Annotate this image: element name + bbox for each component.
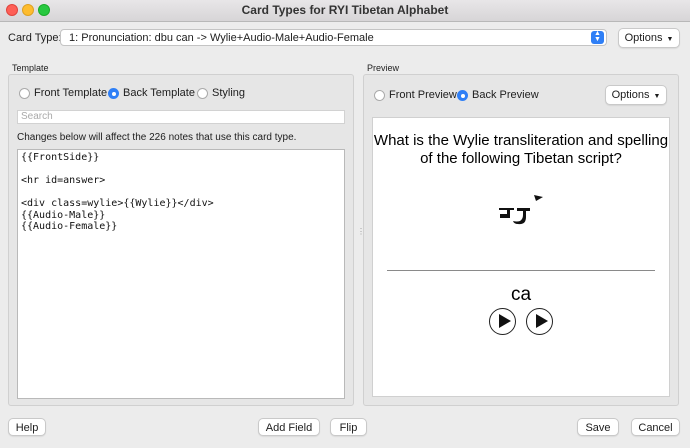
tab-front-preview[interactable]: Front Preview (374, 89, 457, 101)
play-audio-male-icon[interactable] (489, 308, 516, 335)
add-field-button[interactable]: Add Field (258, 418, 320, 436)
card-question: What is the Wylie transliteration and sp… (373, 132, 669, 167)
radio-selected-icon (108, 87, 119, 99)
chevron-updown-icon: ▲ ▼ (591, 30, 604, 44)
tab-label: Back Preview (472, 89, 539, 101)
cancel-button[interactable]: Cancel (631, 418, 680, 436)
card-type-label: Card Type: (8, 32, 62, 44)
preview-options-button[interactable]: Options ▼ (605, 85, 667, 105)
window-title: Card Types for RYI Tibetan Alphabet (241, 3, 449, 17)
notes-affected-notice: Changes below will affect the 226 notes … (17, 132, 297, 143)
tab-back-template[interactable]: Back Template (108, 87, 195, 99)
title-bar: Card Types for RYI Tibetan Alphabet (0, 0, 690, 22)
tab-back-preview[interactable]: Back Preview (457, 89, 539, 101)
radio-selected-icon (457, 89, 468, 101)
options-label: Options (624, 32, 663, 44)
template-editor[interactable]: {{FrontSide}} <hr id=answer> <div class=… (17, 149, 345, 399)
tab-label: Front Preview (389, 89, 457, 101)
card-type-options-button[interactable]: Options ▼ (618, 28, 680, 48)
tab-label: Back Template (123, 87, 195, 99)
card-type-value: 1: Pronunciation: dbu can -> Wylie+Audio… (69, 32, 374, 44)
save-button[interactable]: Save (577, 418, 619, 436)
radio-icon (374, 89, 385, 101)
answer-divider (387, 270, 655, 271)
tibetan-script-glyph (499, 195, 543, 225)
radio-icon (19, 87, 30, 99)
chevron-down-icon: ▼ (653, 93, 661, 100)
template-group-label: Template (12, 63, 49, 73)
chevron-down-icon: ▼ (666, 36, 674, 43)
help-button[interactable]: Help (8, 418, 46, 436)
card-answer: ca (510, 284, 532, 305)
options-label: Options (611, 89, 650, 101)
play-audio-female-icon[interactable] (526, 308, 553, 335)
preview-group-label: Preview (367, 63, 400, 73)
radio-icon (197, 87, 208, 99)
card-type-select[interactable]: 1: Pronunciation: dbu can -> Wylie+Audio… (60, 29, 607, 46)
tab-front-template[interactable]: Front Template (19, 87, 107, 99)
tab-styling[interactable]: Styling (197, 87, 245, 99)
tab-label: Styling (212, 87, 246, 99)
search-input[interactable]: Search (17, 110, 345, 124)
tab-label: Front Template (34, 87, 108, 99)
flip-button[interactable]: Flip (330, 418, 367, 436)
splitter-handle-icon[interactable]: ⋮ (357, 227, 365, 236)
card-preview: What is the Wylie transliteration and sp… (372, 117, 670, 397)
